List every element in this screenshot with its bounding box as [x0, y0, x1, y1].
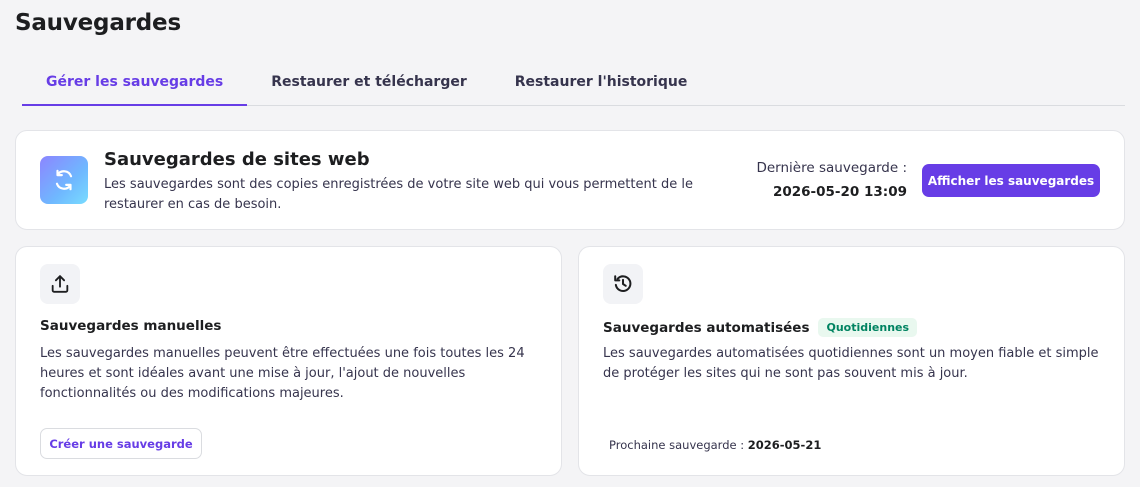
upload-icon: [40, 264, 80, 304]
last-backup-date: 2026-05-20 13:09: [772, 184, 907, 200]
tab-bar: Gérer les sauvegardes Restaurer et téléc…: [22, 58, 1125, 106]
tab-manage-backups[interactable]: Gérer les sauvegardes: [22, 58, 248, 106]
automated-backups-title: Sauvegardes automatisées: [603, 319, 810, 336]
automated-backups-card: Sauvegardes automatisées Quotidiennes Le…: [578, 246, 1125, 476]
card-title: Sauvegardes de sites web: [104, 149, 370, 170]
tab-restore-download[interactable]: Restaurer et télécharger: [247, 58, 490, 105]
page-title: Sauvegardes: [15, 10, 181, 36]
manual-backups-title: Sauvegardes manuelles: [40, 318, 222, 334]
last-backup-label: Dernière sauvegarde :: [756, 160, 907, 176]
next-backup-info: Prochaine sauvegarde : 2026-05-21: [609, 438, 821, 452]
website-backups-card: Sauvegardes de sites web Les sauvegardes…: [15, 130, 1125, 230]
card-description: Les sauvegardes sont des copies enregist…: [104, 177, 693, 212]
tab-label: Restaurer l'historique: [514, 73, 688, 90]
history-icon: [603, 264, 643, 304]
manual-backups-card: Sauvegardes manuelles Les sauvegardes ma…: [15, 246, 562, 476]
next-backup-label: Prochaine sauvegarde :: [609, 438, 745, 452]
frequency-badge: Quotidiennes: [818, 318, 918, 337]
create-backup-button[interactable]: Créer une sauvegarde: [40, 428, 202, 459]
view-backups-button[interactable]: Afficher les sauvegardes: [922, 164, 1100, 197]
card-description: Les sauvegardes manuelles peuvent être e…: [40, 346, 525, 401]
card-description: Les sauvegardes automatisées quotidienne…: [603, 346, 1099, 381]
next-backup-date: 2026-05-21: [747, 438, 822, 452]
tab-label: Gérer les sauvegardes: [46, 73, 224, 90]
card-title: Sauvegardes automatisées Quotidiennes: [603, 318, 918, 337]
refresh-icon: [40, 156, 88, 204]
tab-label: Restaurer et télécharger: [271, 73, 467, 90]
tab-restore-history[interactable]: Restaurer l'historique: [491, 58, 712, 105]
backups-page: Sauvegardes Gérer les sauvegardes Restau…: [0, 0, 1140, 487]
card-title: Sauvegardes manuelles: [40, 318, 221, 334]
